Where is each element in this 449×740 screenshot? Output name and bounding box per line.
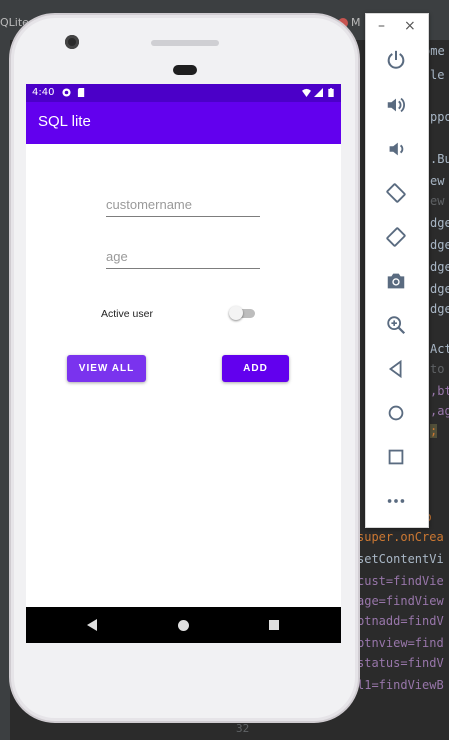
code-line: Act <box>430 342 449 356</box>
code-line: ppo <box>430 110 449 124</box>
code-line: super.onCrea <box>357 530 444 544</box>
status-bar: 4:40 <box>26 84 341 102</box>
code-line: ; <box>430 424 438 438</box>
code-line: .Bu <box>430 152 449 166</box>
code-line: dge <box>430 216 449 230</box>
code-line: dge <box>430 302 449 316</box>
emu-home-button[interactable] <box>382 399 410 427</box>
volume-up-icon <box>387 97 405 113</box>
customername-input[interactable] <box>106 194 260 215</box>
age-input[interactable] <box>106 246 260 267</box>
sd-card-icon <box>77 88 85 97</box>
code-line: ,ag <box>430 404 449 418</box>
add-button[interactable]: ADD <box>222 355 289 382</box>
code-line: le <box>430 68 445 82</box>
code-line: setContentVi <box>357 552 444 566</box>
navigation-bar <box>26 607 341 643</box>
code-line: dge <box>430 282 449 296</box>
status-time: 4:40 <box>32 87 55 98</box>
code-line: ew <box>430 194 445 208</box>
zoom-icon <box>387 316 406 335</box>
volume-down-button[interactable] <box>382 135 410 163</box>
close-button[interactable]: × <box>404 18 416 34</box>
code-line: to <box>430 362 445 376</box>
rotate-left-button[interactable] <box>382 179 410 207</box>
more-icon <box>387 499 405 503</box>
code-line: btnview=find <box>357 636 444 650</box>
nav-back-icon[interactable] <box>87 619 97 631</box>
nav-home-icon[interactable] <box>178 620 189 631</box>
home-icon <box>388 405 404 421</box>
ide-tab-main-label: M <box>351 16 361 29</box>
wifi-icon <box>302 88 311 97</box>
rotate-right-button[interactable] <box>382 223 410 251</box>
code-line: cust=findVie <box>357 574 444 588</box>
volume-up-button[interactable] <box>382 91 410 119</box>
code-line: btnadd=findV <box>357 614 444 628</box>
app-bar: SQL lite <box>26 102 341 144</box>
code-line: ,bt <box>430 384 449 398</box>
emu-overview-button[interactable] <box>382 443 410 471</box>
code-line: dge <box>430 238 449 252</box>
line-number: 32 <box>236 722 250 735</box>
power-icon <box>387 50 405 69</box>
power-button[interactable] <box>382 46 410 74</box>
active-user-label: Active user <box>101 308 153 320</box>
zoom-button[interactable] <box>382 311 410 339</box>
device-screen[interactable]: 4:40 SQL lite Active user VIEW ALL ADD <box>26 84 341 643</box>
code-line: ew <box>430 174 445 188</box>
code-line: l1=findViewB <box>357 678 444 692</box>
switch-thumb <box>229 306 243 320</box>
age-field-wrapper <box>106 246 260 269</box>
rotate-left-icon <box>386 183 406 203</box>
overview-icon <box>388 449 404 465</box>
emulator-toolbar: – × <box>365 13 429 528</box>
emu-more-button[interactable] <box>382 487 410 515</box>
phone-frame: 4:40 SQL lite Active user VIEW ALL ADD <box>9 13 360 723</box>
earpiece <box>173 65 197 75</box>
code-line: age=findView <box>357 594 444 608</box>
signal-icon <box>314 88 323 97</box>
customername-field-wrapper <box>106 194 260 217</box>
speaker-grille <box>151 40 219 46</box>
back-icon <box>388 359 402 379</box>
minimize-button[interactable]: – <box>378 18 385 34</box>
app-title: SQL lite <box>38 113 91 130</box>
emu-back-button[interactable] <box>382 355 410 383</box>
active-user-switch[interactable] <box>229 306 255 320</box>
screenshot-button[interactable] <box>382 267 410 295</box>
nav-recents-icon[interactable] <box>269 620 279 630</box>
battery-icon <box>328 88 334 97</box>
code-line: status=findV <box>357 656 444 670</box>
view-all-button[interactable]: VIEW ALL <box>67 355 146 382</box>
volume-down-icon <box>389 142 404 156</box>
rotate-right-icon <box>386 227 406 247</box>
code-line: dge <box>430 260 449 274</box>
front-camera <box>65 35 79 49</box>
camera-icon <box>387 273 405 289</box>
play-protect-icon <box>62 88 71 97</box>
